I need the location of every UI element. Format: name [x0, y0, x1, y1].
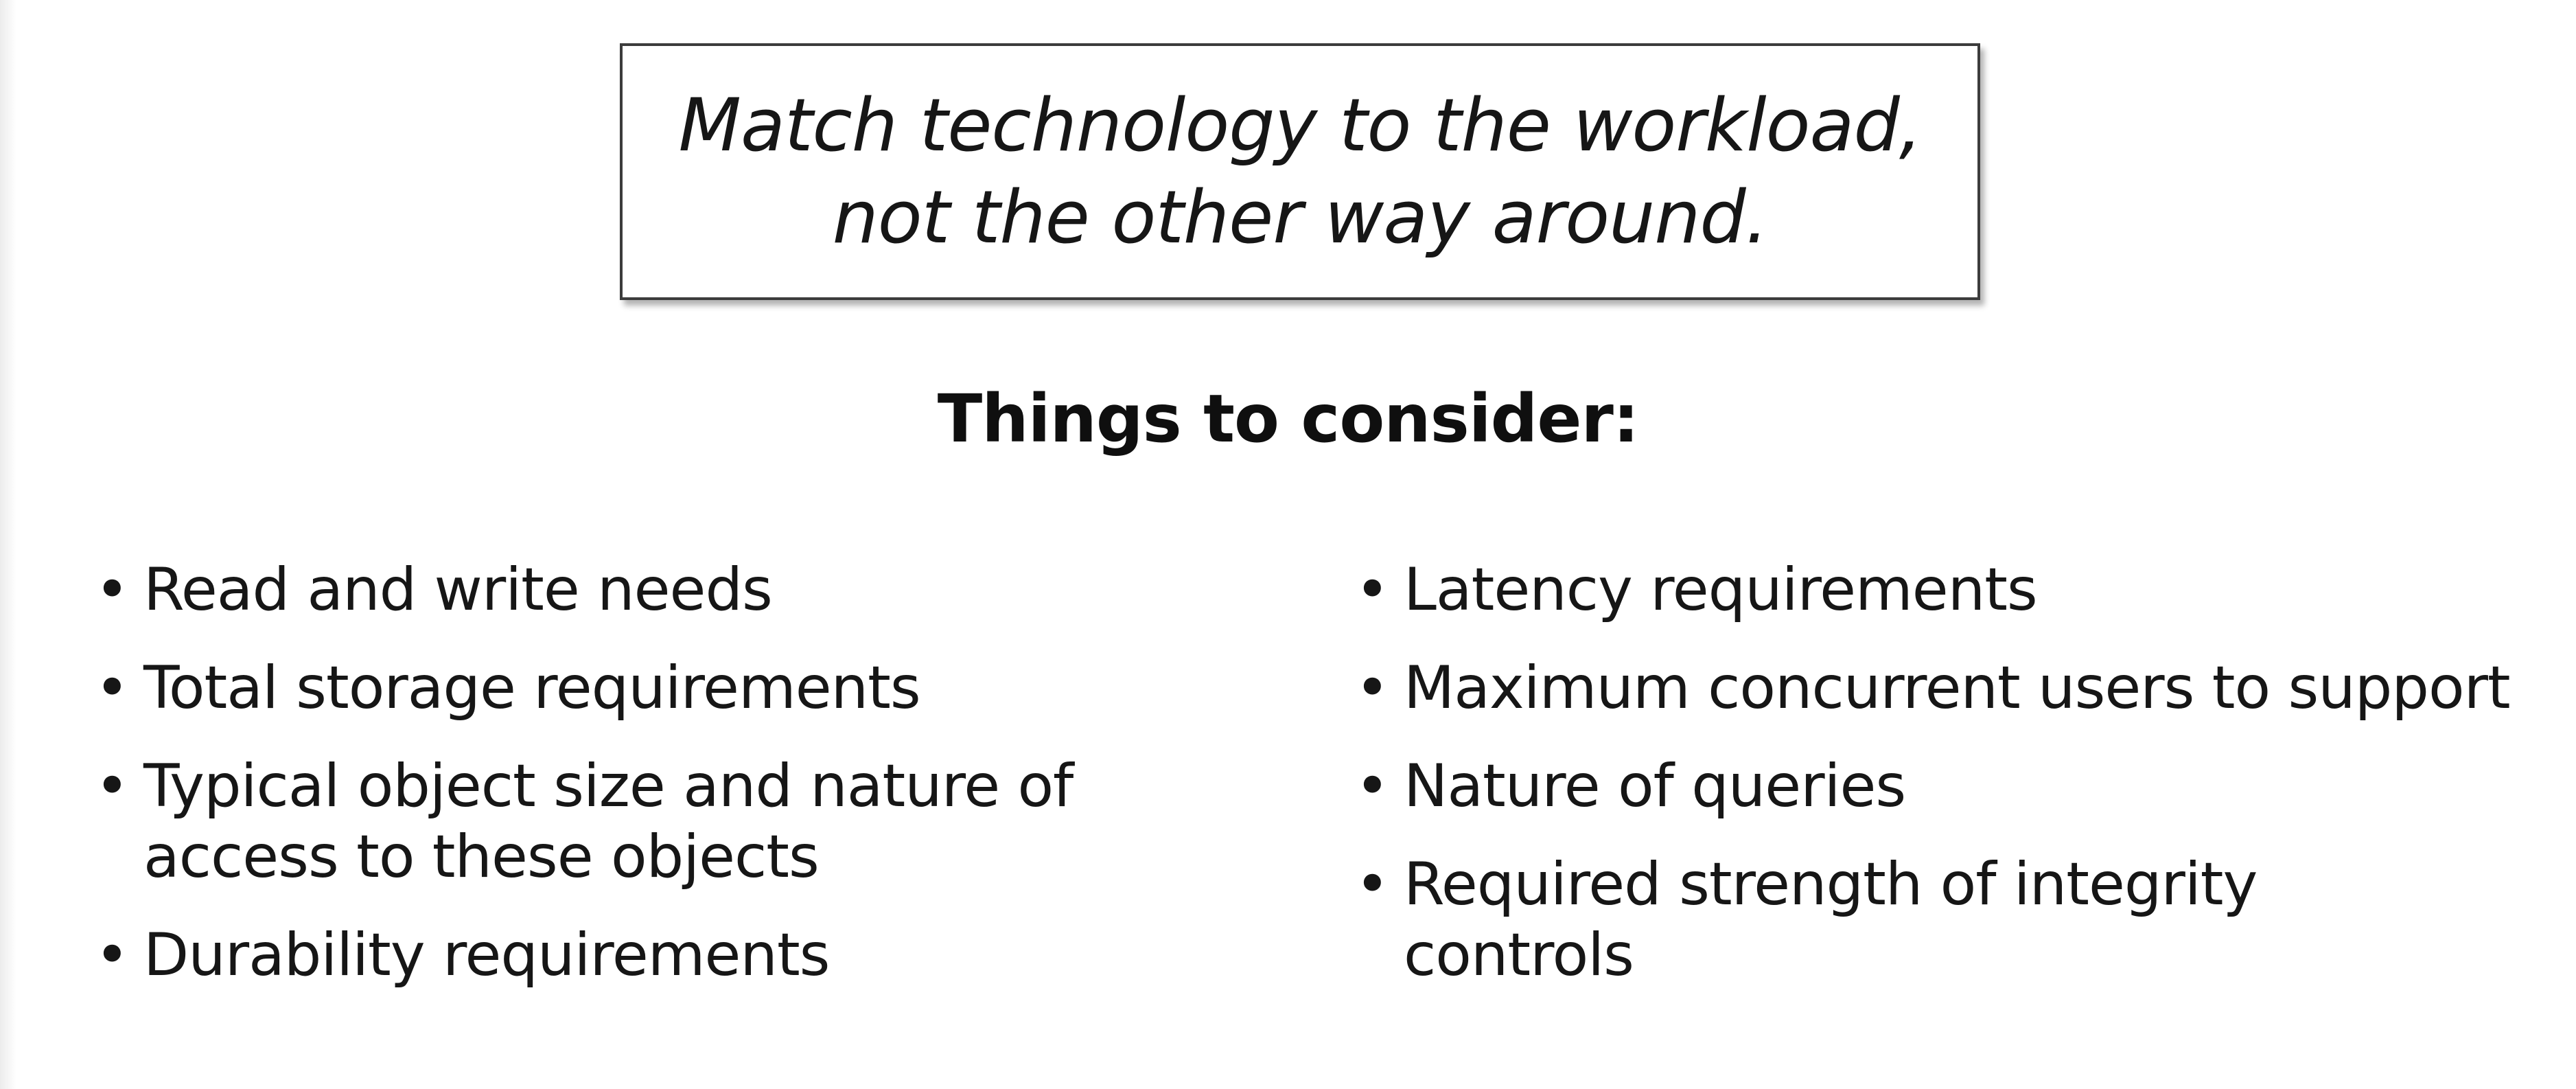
bullet-item-integrity-controls: • Required strength of integrity control…	[1352, 849, 2560, 991]
bullet-text-line: Latency requirements	[1404, 555, 2038, 624]
bullet-icon: •	[1355, 752, 1390, 821]
quote-line-2: not the other way around.	[832, 175, 1769, 260]
bullet-item-object-size: • Typical object size and nature of acce…	[92, 751, 1293, 893]
bullet-text-line: Nature of queries	[1404, 752, 1906, 821]
bullet-icon: •	[95, 555, 130, 624]
bullet-item-latency: • Latency requirements	[1352, 555, 2560, 626]
right-bullet-list: • Latency requirements • Maximum concurr…	[1352, 555, 2560, 1018]
bullet-item-read-write: • Read and write needs	[92, 555, 1293, 626]
bullet-text-line: controls	[1404, 921, 1634, 989]
bullet-icon: •	[1355, 850, 1390, 919]
bullet-item-total-storage: • Total storage requirements	[92, 653, 1293, 724]
bullet-text-line: Total storage requirements	[143, 654, 921, 722]
bullet-icon: •	[95, 654, 130, 722]
bullet-text-line: Required strength of integrity	[1404, 850, 2258, 919]
bullet-item-nature-of-queries: • Nature of queries	[1352, 751, 2560, 822]
left-bullet-list: • Read and write needs • Total storage r…	[92, 555, 1293, 1018]
bullet-icon: •	[95, 752, 130, 821]
bullet-icon: •	[1355, 555, 1390, 624]
bullet-icon: •	[1355, 654, 1390, 722]
bullet-text-line: Durability requirements	[143, 921, 830, 989]
bullet-icon: •	[95, 921, 130, 989]
bullet-item-durability: • Durability requirements	[92, 920, 1293, 991]
left-edge-shade	[0, 0, 16, 1089]
bullet-item-concurrent-users: • Maximum concurrent users to support	[1352, 653, 2560, 724]
section-heading: Things to consider:	[937, 380, 1639, 457]
bullet-text-line: Maximum concurrent users to support	[1404, 654, 2511, 722]
quote-box: Match technology to the workload, not th…	[620, 43, 1980, 300]
bullet-text-line: access to these objects	[143, 823, 820, 891]
bullet-text-line: Read and write needs	[143, 555, 773, 624]
quote-line-1: Match technology to the workload,	[678, 83, 1923, 168]
bullet-text-line: Typical object size and nature of	[143, 752, 1074, 821]
